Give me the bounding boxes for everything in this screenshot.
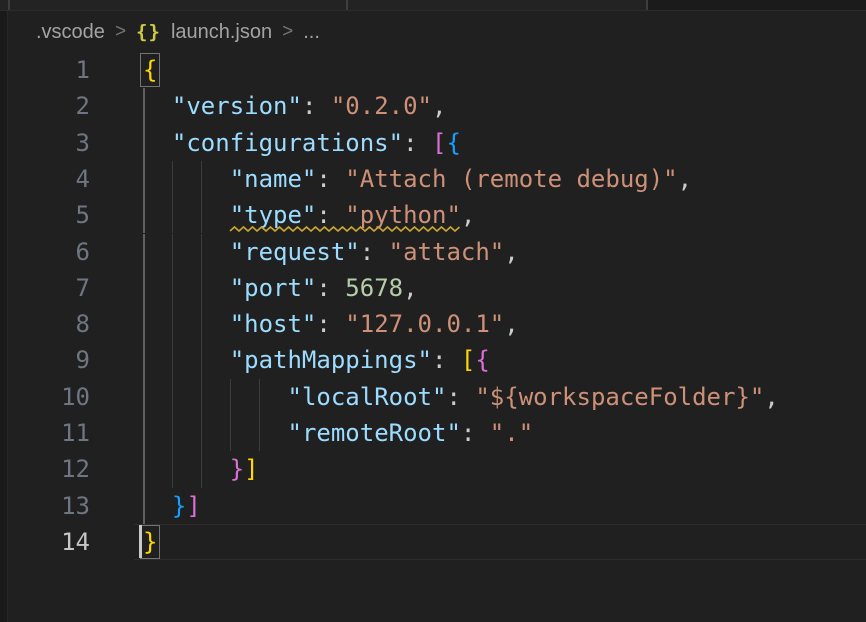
line-number[interactable]: 2 [0, 88, 90, 124]
code-text: }] [230, 451, 259, 487]
code-text: "configurations": [{ [172, 125, 461, 161]
indent-guide [201, 161, 202, 197]
indent-guide [172, 451, 173, 487]
indent-guide [143, 451, 145, 487]
code-line-4[interactable]: 4 "name": "Attach (remote debug)", [0, 161, 866, 197]
code-text: "name": "Attach (remote debug)", [230, 161, 692, 197]
indent-guide [143, 234, 145, 270]
indent-guide [201, 451, 202, 487]
indent-guide [230, 415, 231, 451]
code-text: }] [172, 488, 201, 524]
code-text: "version": "0.2.0", [172, 88, 447, 124]
line-number[interactable]: 7 [0, 270, 90, 306]
line-number[interactable]: 1 [0, 52, 90, 88]
code-line-8[interactable]: 8 "host": "127.0.0.1", [0, 306, 866, 342]
code-text: "port": 5678, [230, 270, 418, 306]
code-text: "host": "127.0.0.1", [230, 306, 519, 342]
line-number[interactable]: 14 [0, 524, 90, 560]
code-line-12[interactable]: 12}] [0, 451, 866, 487]
indent-guide [201, 270, 202, 306]
code-text: "localRoot": "${workspaceFolder}", [288, 379, 779, 415]
line-number[interactable]: 13 [0, 488, 90, 524]
indent-guide [172, 379, 173, 415]
indent-guide [230, 379, 231, 415]
code-line-7[interactable]: 7 "port": 5678, [0, 270, 866, 306]
code-line-3[interactable]: 3 "configurations": [{ [0, 125, 866, 161]
code-text: { [143, 52, 157, 88]
indent-guide [201, 234, 202, 270]
line-number[interactable]: 9 [0, 342, 90, 378]
indent-guide [143, 197, 145, 233]
line-number[interactable]: 3 [0, 125, 90, 161]
code-line-9[interactable]: 9 "pathMappings": [{ [0, 342, 866, 378]
indent-guide [201, 197, 202, 233]
code-text: "remoteRoot": "." [288, 415, 534, 451]
code-text: "pathMappings": [{ [230, 342, 490, 378]
indent-guide [201, 379, 202, 415]
indent-guide [172, 234, 173, 270]
indent-guide [172, 270, 173, 306]
indent-guide [259, 379, 260, 415]
code-line-6[interactable]: 6 "request": "attach", [0, 234, 866, 270]
indent-guide [259, 415, 260, 451]
code-line-2[interactable]: 2 "version": "0.2.0", [0, 88, 866, 124]
line-number[interactable]: 4 [0, 161, 90, 197]
indent-guide [143, 306, 145, 342]
indent-guide [172, 197, 173, 233]
code-area[interactable]: 1{2"version": "0.2.0",3"configurations":… [0, 0, 866, 622]
line-number[interactable]: 5 [0, 197, 90, 233]
current-line-highlight [134, 524, 866, 560]
indent-guide [172, 342, 173, 378]
indent-guide [143, 342, 145, 378]
indent-guide [143, 488, 145, 524]
code-line-14[interactable]: 14} [0, 524, 866, 560]
indent-guide [143, 415, 145, 451]
code-line-5[interactable]: 5"type": "python", [0, 197, 866, 233]
code-text: "request": "attach", [230, 234, 519, 270]
indent-guide [143, 88, 145, 124]
line-number[interactable]: 11 [0, 415, 90, 451]
code-line-11[interactable]: 11 "remoteRoot": "." [0, 415, 866, 451]
code-text: } [143, 524, 157, 560]
indent-guide [143, 161, 145, 197]
line-number[interactable]: 6 [0, 234, 90, 270]
line-number[interactable]: 12 [0, 451, 90, 487]
indent-guide [143, 125, 145, 161]
code-line-1[interactable]: 1{ [0, 52, 866, 88]
indent-guide [201, 342, 202, 378]
indent-guide [143, 270, 145, 306]
indent-guide [201, 415, 202, 451]
text-cursor [139, 525, 142, 558]
indent-guide [172, 415, 173, 451]
line-number[interactable]: 8 [0, 306, 90, 342]
indent-guide [172, 161, 173, 197]
line-number[interactable]: 10 [0, 379, 90, 415]
warning-squiggle [230, 225, 462, 233]
code-line-13[interactable]: 13}] [0, 488, 866, 524]
indent-guide [201, 306, 202, 342]
indent-guide [143, 379, 145, 415]
code-line-10[interactable]: 10 "localRoot": "${workspaceFolder}", [0, 379, 866, 415]
indent-guide [172, 306, 173, 342]
